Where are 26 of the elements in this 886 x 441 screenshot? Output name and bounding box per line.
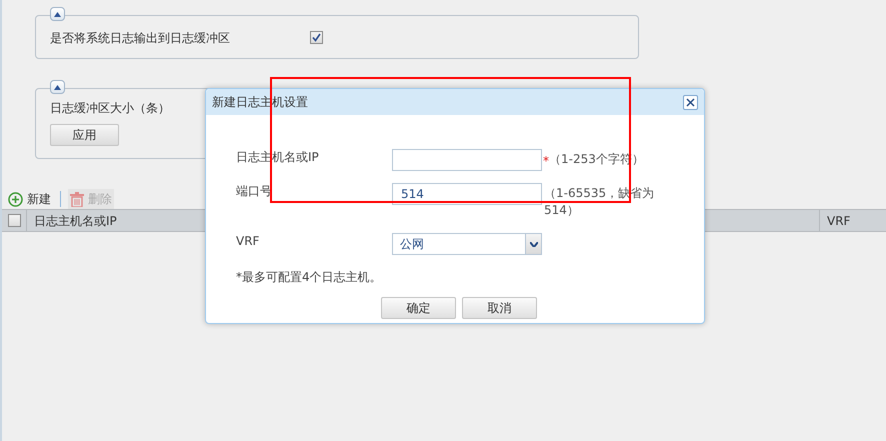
checkbox[interactable]	[310, 30, 323, 44]
note-text: *最多可配置4个日志主机。	[236, 269, 383, 286]
plus-circle-icon	[8, 192, 23, 206]
collapse-button[interactable]	[50, 7, 65, 21]
column-header[interactable]: VRF	[820, 210, 886, 231]
trash-icon	[70, 192, 84, 206]
field-label: VRF	[236, 233, 260, 249]
caret-up-icon	[54, 12, 61, 16]
input-field[interactable]: 514	[392, 183, 542, 205]
select-value: 公网	[399, 236, 425, 253]
field-label: 端口号	[236, 183, 273, 199]
option-label: 日志缓冲区大小（条）	[50, 100, 170, 117]
ok-button[interactable]: 确定	[381, 297, 456, 319]
apply-button[interactable]: 应用	[50, 124, 119, 146]
field-hint: （1-65535，缺省为514）	[544, 185, 656, 219]
option-label: 是否将系统日志输出到日志缓冲区	[50, 30, 231, 47]
required-mark: *	[543, 153, 549, 170]
caret-up-icon	[54, 84, 61, 90]
vrf-select[interactable]: 公网	[392, 233, 542, 255]
close-icon	[686, 98, 695, 106]
checkbox[interactable]	[8, 214, 20, 227]
input-field[interactable]	[392, 149, 542, 171]
collapse-button[interactable]	[50, 80, 65, 94]
new-button[interactable]: 新建	[6, 189, 53, 209]
close-button[interactable]	[683, 94, 698, 110]
cancel-button[interactable]: 取消	[462, 297, 537, 319]
